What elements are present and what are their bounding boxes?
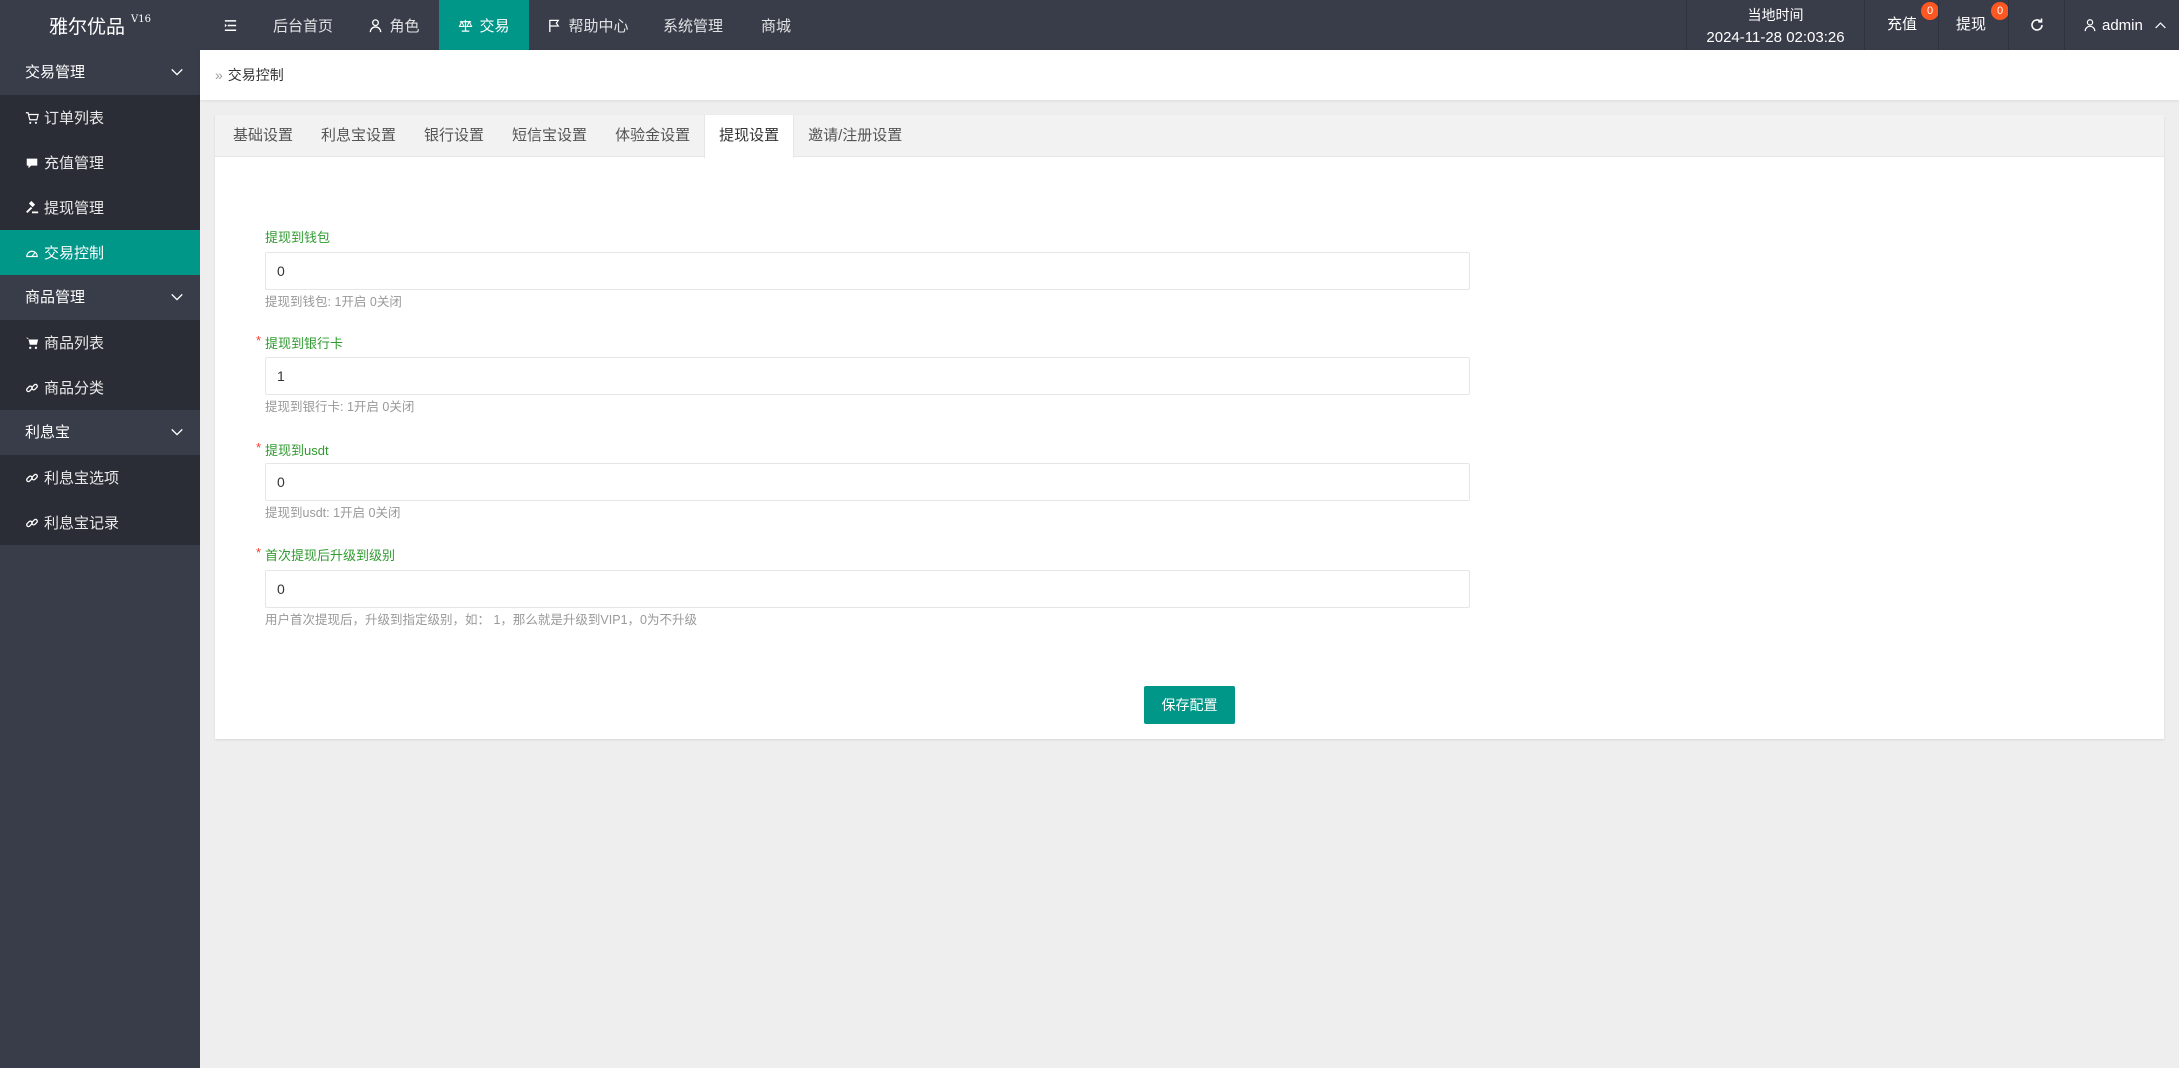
nav-mall[interactable]: 商城 [748,0,804,50]
sidebar-item-goods-category[interactable]: 商品分类 [0,365,200,410]
sidebar-item-label: 订单列表 [44,110,105,127]
breadcrumb: » 交易控制 [200,50,2179,100]
tab-invite-register[interactable]: 邀请/注册设置 [794,115,916,157]
sidebar-item-interest-options[interactable]: 利息宝选项 [0,455,200,500]
required-mark: * [256,440,262,455]
chevron-down-icon [171,293,183,301]
breadcrumb-current[interactable]: 交易控制 [228,65,284,85]
user-name: admin [2102,16,2143,34]
logo-version: V16 [131,13,151,25]
dashboard-icon [26,250,38,257]
field-label-usdt: 提现到usdt [265,443,329,458]
cart-icon [25,111,39,124]
top-header: 雅尔优品 V16 后台首页 角色 交易 帮助中心 系统管理 商城 当地时间 202… [0,0,2179,50]
tab-basic[interactable]: 基础设置 [219,115,307,157]
settings-card: 基础设置 利息宝设置 银行设置 短信宝设置 体验金设置 提现设置 邀请/注册设置… [215,115,2164,739]
sidebar-toggle-button[interactable] [210,0,250,50]
nav-system-label: 系统管理 [662,17,723,35]
field-help-wallet: 提现到钱包: 1开启 0关闭 [265,295,402,309]
sidebar-item-label: 充值管理 [44,155,105,172]
settings-tabs: 基础设置 利息宝设置 银行设置 短信宝设置 体验金设置 提现设置 邀请/注册设置 [215,115,2164,158]
nav-system[interactable]: 系统管理 [652,0,734,50]
nav-role-label: 角色 [389,17,420,35]
app-logo[interactable]: 雅尔优品 V16 [0,0,200,50]
chevron-up-icon [2155,21,2166,28]
save-config-button[interactable]: 保存配置 [1144,686,1235,724]
gavel-icon [26,200,39,213]
sidebar-group-label: 商品管理 [25,289,86,306]
withdraw-label: 提现 [1956,16,1987,33]
sidebar-item-label: 利息宝记录 [44,515,120,532]
chevron-down-icon [171,428,183,436]
link-icon [26,383,38,392]
local-time-value: 2024-11-28 02:03:26 [1706,28,1845,46]
user-icon [2084,19,2096,32]
local-time-label: 当地时间 [1747,6,1804,23]
shopping-cart-icon [25,337,39,349]
usdt-withdraw-input[interactable] [265,463,1470,501]
bank-card-withdraw-input[interactable] [265,357,1470,395]
required-mark: * [256,333,262,348]
nav-help-center[interactable]: 帮助中心 [540,0,636,50]
user-menu[interactable]: admin [2064,0,2179,50]
nav-help-label: 帮助中心 [568,17,629,35]
comment-icon [26,158,38,168]
withdraw-button[interactable]: 提现 0 [1938,0,2009,50]
field-help-usdt: 提现到usdt: 1开启 0关闭 [265,506,401,520]
local-time: 当地时间 2024-11-28 02:03:26 [1686,0,1864,50]
sidebar-item-label: 提现管理 [44,200,105,217]
refresh-icon [2030,18,2043,31]
nav-home[interactable]: 后台首页 [262,0,344,50]
tab-bank[interactable]: 银行设置 [410,115,498,157]
chevron-down-icon [171,68,183,76]
link-icon [26,473,38,482]
sidebar: 交易管理 订单列表 充值管理 提现管理 交易控制 商品管理 商品列表 商品分类 … [0,50,200,1068]
field-help-bank-card: 提现到银行卡: 1开启 0关闭 [265,400,415,414]
nav-trade-label: 交易 [479,17,510,35]
tab-withdraw[interactable]: 提现设置 [704,115,795,158]
sidebar-item-withdraw[interactable]: 提现管理 [0,185,200,230]
sidebar-item-goods-list[interactable]: 商品列表 [0,320,200,365]
logo-text: 雅尔优品 [49,15,126,38]
required-mark: * [256,545,262,560]
sidebar-group-goods[interactable]: 商品管理 [0,275,200,320]
sidebar-item-orders[interactable]: 订单列表 [0,95,200,140]
withdraw-badge: 0 [1991,2,2009,20]
nav-home-label: 后台首页 [272,17,333,35]
sidebar-group-label: 交易管理 [25,64,86,81]
sidebar-item-recharge[interactable]: 充值管理 [0,140,200,185]
sidebar-item-label: 商品分类 [44,380,105,397]
recharge-label: 充值 [1887,16,1918,33]
sidebar-item-label: 交易控制 [44,245,105,262]
breadcrumb-separator: » [215,67,223,83]
tab-interest[interactable]: 利息宝设置 [307,115,410,157]
tab-trial-fund[interactable]: 体验金设置 [601,115,704,157]
nav-trade[interactable]: 交易 [439,0,529,50]
sidebar-group-label: 利息宝 [25,424,71,441]
nav-role[interactable]: 角色 [358,0,430,50]
link-icon [26,518,38,527]
wallet-withdraw-input[interactable] [265,252,1470,290]
field-help-upgrade-level: 用户首次提现后，升级到指定级别，如： 1，那么就是升级到VIP1，0为不升级 [265,613,697,627]
menu-toggle-icon [224,19,236,31]
sidebar-item-label: 商品列表 [44,335,105,352]
refresh-button[interactable] [2008,0,2064,50]
field-label-wallet: 提现到钱包 [265,230,331,245]
balance-scale-icon [459,19,473,32]
sidebar-item-label: 利息宝选项 [44,470,120,487]
recharge-button[interactable]: 充值 0 [1864,0,1939,50]
user-icon [370,18,382,32]
field-label-upgrade-level: 首次提现后升级到级别 [265,548,396,563]
flag-icon [549,19,560,32]
sidebar-group-trade[interactable]: 交易管理 [0,50,200,95]
upgrade-level-input[interactable] [265,570,1470,608]
sidebar-item-trade-control[interactable]: 交易控制 [0,230,200,275]
sidebar-group-interest[interactable]: 利息宝 [0,410,200,455]
recharge-badge: 0 [1921,2,1939,20]
nav-mall-label: 商城 [760,17,791,35]
sidebar-item-interest-records[interactable]: 利息宝记录 [0,500,200,545]
tab-sms[interactable]: 短信宝设置 [498,115,601,157]
field-label-bank-card: 提现到银行卡 [265,336,344,351]
